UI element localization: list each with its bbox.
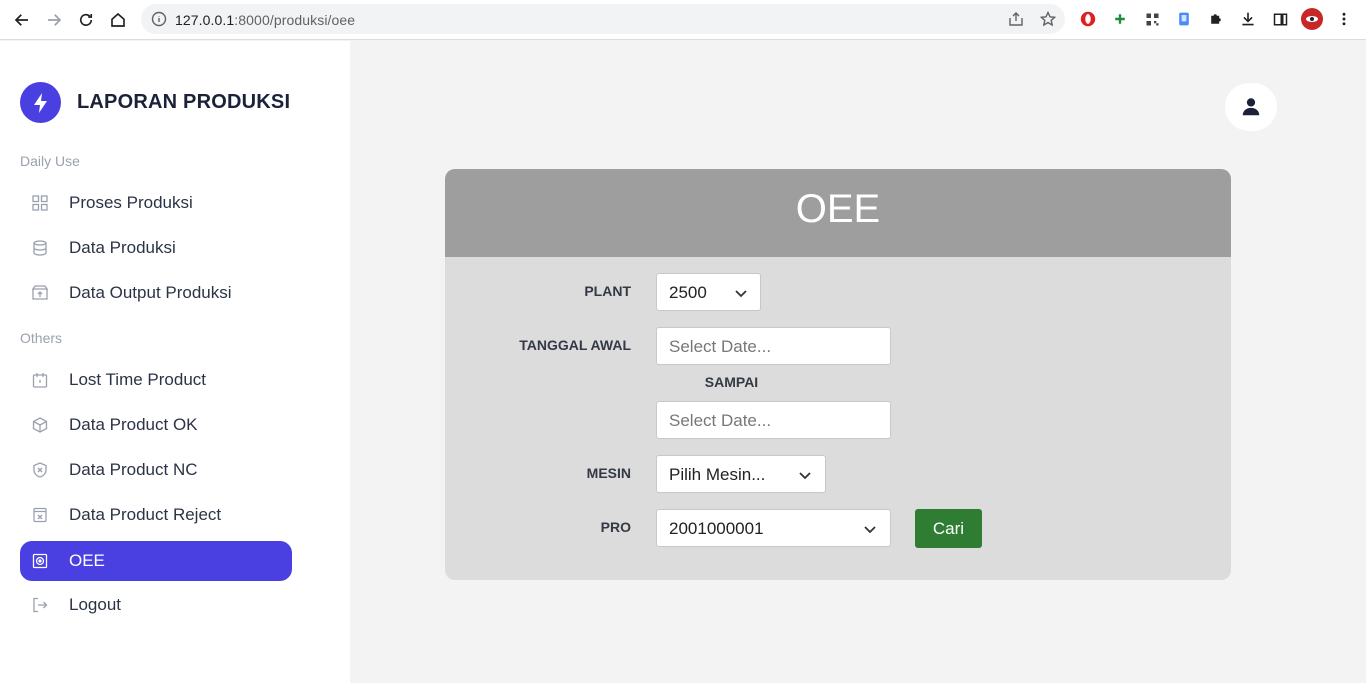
reload-icon[interactable] [74, 8, 98, 32]
home-icon[interactable] [106, 8, 130, 32]
bookmark-star-icon[interactable] [1040, 11, 1056, 27]
target-icon [32, 553, 48, 569]
download-icon[interactable] [1238, 9, 1258, 29]
sidebar-item-label: Data Produksi [69, 238, 176, 257]
calendar-icon [32, 373, 48, 388]
sampai-placeholder: Select Date... [669, 411, 772, 430]
grid-icon [32, 195, 48, 211]
sidebar-item-data-product-reject[interactable]: Data Product Reject [20, 495, 292, 535]
qr-extension-icon[interactable] [1142, 9, 1162, 29]
pro-select[interactable]: 2001000001 [656, 509, 891, 547]
sidebar-item-label: Proses Produksi [69, 193, 193, 212]
back-icon[interactable] [10, 8, 34, 32]
sidebar-item-label: Lost Time Product [69, 370, 207, 389]
profile-avatar-icon[interactable] [1301, 8, 1323, 30]
chevron-down-icon [735, 290, 747, 298]
docs-extension-icon[interactable] [1174, 9, 1194, 29]
sidebar: LAPORAN PRODUKSI Daily Use Proses Produk… [0, 41, 350, 683]
forward-icon[interactable] [42, 8, 66, 32]
sidebar-item-label: Data Product NC [69, 460, 198, 479]
pro-label: PRO [600, 519, 631, 535]
mesin-value: Pilih Mesin... [669, 465, 766, 484]
sampai-label: SAMPAI [704, 374, 759, 390]
tanggal-awal-input[interactable]: Select Date... [656, 327, 891, 365]
plus-extension-icon[interactable] [1110, 9, 1130, 29]
sidebar-item-logout[interactable]: Logout [20, 585, 292, 625]
chevron-down-icon [864, 526, 876, 534]
sidebar-item-data-product-ok[interactable]: Data Product OK [20, 405, 292, 445]
section-label-daily-use: Daily Use [20, 153, 80, 169]
sidebar-item-data-produksi[interactable]: Data Produksi [20, 228, 292, 268]
plant-value: 2500 [669, 283, 707, 302]
sidebar-item-label: Data Product Reject [69, 505, 222, 524]
sidebar-item-label: Data Product OK [69, 415, 198, 434]
sampai-input[interactable]: Select Date... [656, 401, 891, 439]
section-label-others: Others [20, 330, 63, 346]
extensions-puzzle-icon[interactable] [1206, 9, 1226, 29]
brand-logo[interactable] [20, 82, 61, 123]
file-x-icon [33, 507, 47, 523]
browser-menu-icon[interactable] [1334, 9, 1354, 29]
plant-select[interactable]: 2500 [656, 273, 761, 311]
logout-icon [33, 597, 48, 613]
mesin-label: MESIN [586, 465, 631, 481]
sidebar-item-proses-produksi[interactable]: Proses Produksi [20, 183, 292, 223]
card-header: OEE [445, 169, 1231, 257]
sidebar-item-label: Logout [69, 595, 121, 614]
brand-title[interactable]: LAPORAN PRODUKSI [77, 91, 290, 114]
sidebar-item-label: Data Output Produksi [69, 283, 232, 302]
archive-icon [32, 285, 48, 300]
mesin-select[interactable]: Pilih Mesin... [656, 455, 826, 493]
url-path: :8000/produksi/oee [234, 12, 356, 28]
tanggal-awal-label: TANGGAL AWAL [519, 337, 631, 353]
sidebar-item-oee[interactable]: OEE [20, 541, 292, 581]
sidebar-item-label: OEE [69, 551, 105, 570]
tanggal-awal-placeholder: Select Date... [669, 337, 772, 356]
share-icon[interactable] [1008, 11, 1024, 27]
pro-value: 2001000001 [669, 519, 764, 538]
database-icon [33, 240, 47, 256]
lightning-icon [33, 92, 47, 113]
address-bar[interactable]: 127.0.0.1:8000/produksi/oee [141, 4, 1065, 34]
opera-extension-icon[interactable] [1078, 9, 1098, 29]
shield-x-icon [33, 462, 47, 478]
url-host: 127.0.0.1 [175, 12, 235, 28]
sidebar-item-data-product-nc[interactable]: Data Product NC [20, 450, 292, 490]
sidebar-item-data-output-produksi[interactable]: Data Output Produksi [20, 273, 292, 313]
plant-label: PLANT [584, 283, 631, 299]
url-text: 127.0.0.1:8000/produksi/oee [175, 12, 355, 28]
sidebar-item-lost-time-product[interactable]: Lost Time Product [20, 360, 292, 400]
side-panel-icon[interactable] [1270, 9, 1290, 29]
chevron-down-icon [799, 472, 811, 480]
page-title: OEE [795, 187, 881, 231]
search-button[interactable]: Cari [915, 509, 982, 548]
user-menu-button[interactable] [1225, 83, 1277, 131]
site-info-icon[interactable] [151, 11, 167, 27]
browser-toolbar: 127.0.0.1:8000/produksi/oee [0, 0, 1366, 40]
user-icon [1242, 98, 1260, 116]
box-icon [32, 417, 48, 433]
